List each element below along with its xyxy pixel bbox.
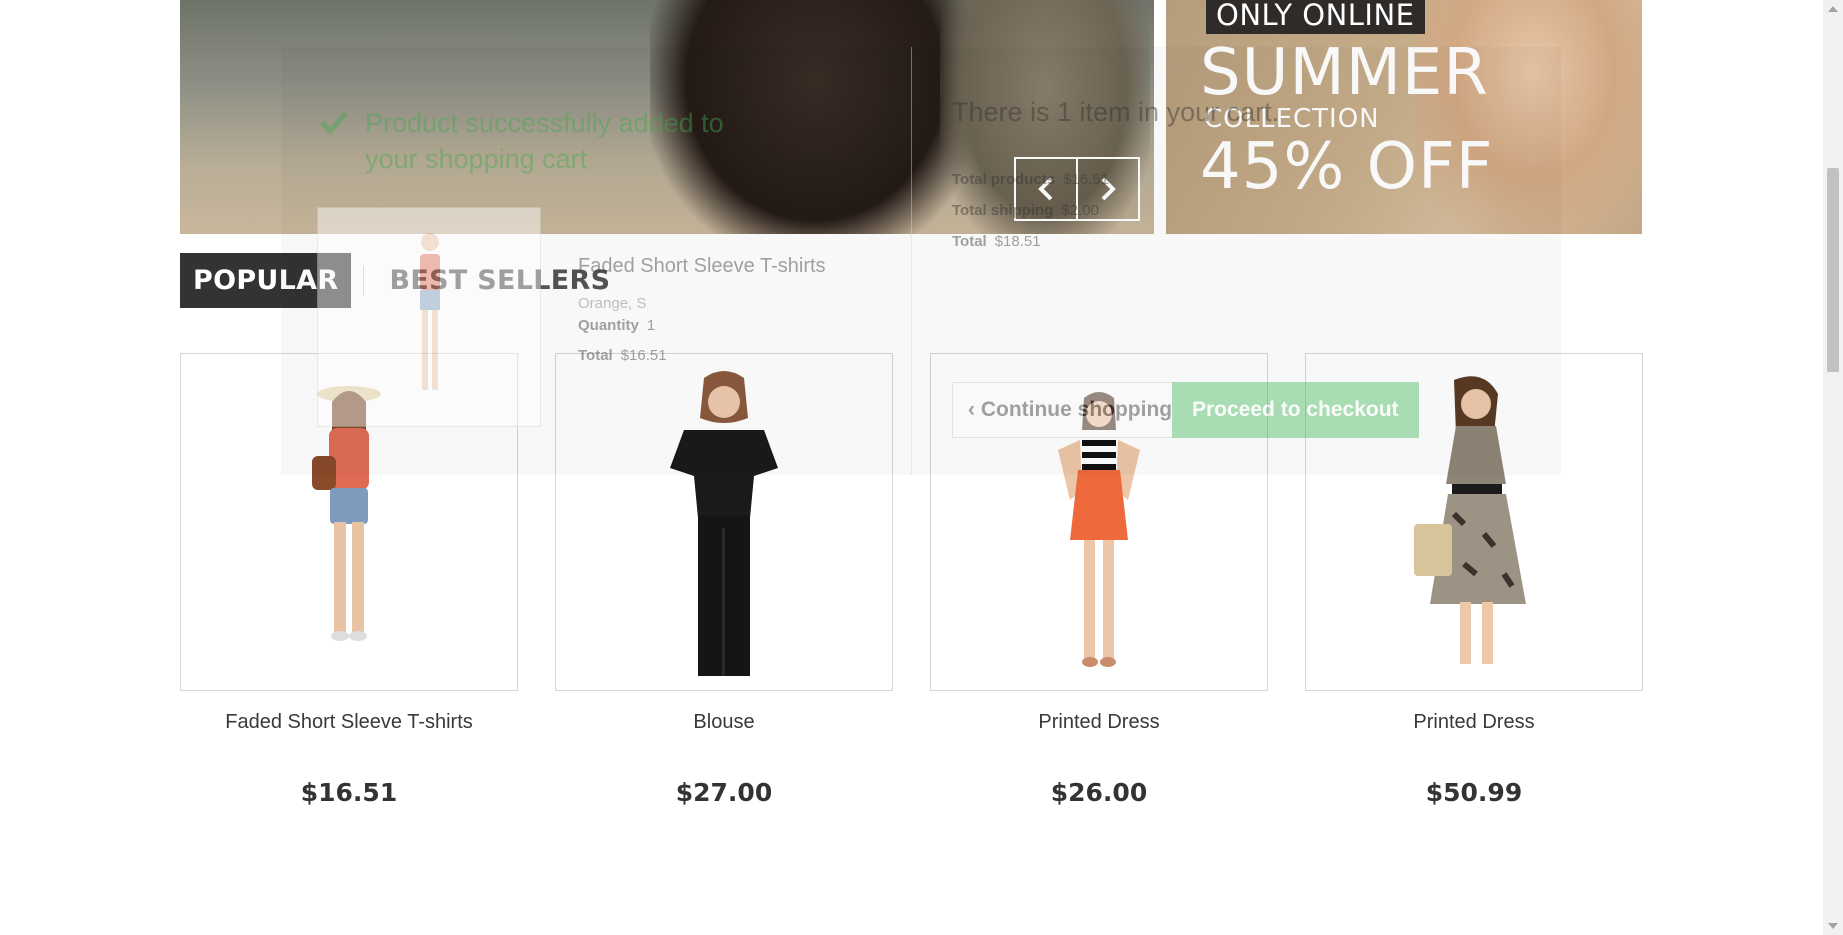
cart-layer-popup: Product successfully added to your shopp… bbox=[281, 47, 1561, 475]
total-products-label: Total products bbox=[952, 171, 1056, 188]
product-price: $27.00 bbox=[675, 778, 773, 807]
page-scrollbar[interactable] bbox=[1823, 0, 1843, 935]
check-icon bbox=[320, 111, 348, 135]
cart-product-photo bbox=[420, 233, 440, 390]
scroll-thumb[interactable] bbox=[1827, 168, 1839, 372]
quantity-label: Quantity bbox=[578, 317, 639, 334]
success-text: Product successfully added to your shopp… bbox=[365, 108, 724, 174]
product-name[interactable]: Blouse bbox=[555, 711, 893, 734]
cart-product-total: Total $16.51 bbox=[578, 347, 667, 364]
total-products-row: Total products $16.51 bbox=[952, 171, 1109, 188]
scroll-up-icon[interactable] bbox=[1828, 6, 1838, 12]
cart-product-attributes: Orange, S bbox=[578, 295, 647, 312]
success-message: Product successfully added to your shopp… bbox=[319, 105, 759, 177]
total-products-value: $16.51 bbox=[1063, 171, 1109, 188]
product-name[interactable]: Printed Dress bbox=[1305, 711, 1643, 734]
total-shipping-label: Total shipping bbox=[952, 202, 1054, 219]
continue-shopping-label: Continue shopping bbox=[980, 398, 1173, 421]
cart-layer-product: Product successfully added to your shopp… bbox=[281, 47, 911, 475]
chevron-left-icon: ‹ bbox=[968, 398, 981, 421]
cart-item-count: There is 1 item in your cart. bbox=[952, 97, 1280, 127]
proceed-to-checkout-button[interactable]: Proceed to checkout bbox=[1172, 382, 1419, 438]
total-label: Total bbox=[578, 347, 613, 364]
grand-total-value: $18.51 bbox=[994, 233, 1041, 250]
total-shipping-value: $2.00 bbox=[1061, 202, 1099, 219]
cart-layer-summary: There is 1 item in your cart. Total prod… bbox=[911, 47, 1561, 475]
product-price: $50.99 bbox=[1425, 778, 1523, 807]
cart-product-name: Faded Short Sleeve T-shirts bbox=[578, 255, 826, 277]
total-value: $16.51 bbox=[620, 347, 667, 364]
cart-product-quantity: Quantity 1 bbox=[578, 317, 655, 334]
product-price: $16.51 bbox=[300, 778, 398, 807]
promo-badge: ONLY ONLINE bbox=[1206, 0, 1425, 34]
scroll-down-icon[interactable] bbox=[1828, 923, 1838, 929]
product-name[interactable]: Faded Short Sleeve T-shirts bbox=[180, 711, 518, 734]
grand-total-row: Total $18.51 bbox=[952, 233, 1041, 250]
grand-total-label: Total bbox=[952, 233, 987, 250]
cart-product-image bbox=[317, 207, 541, 427]
total-shipping-row: Total shipping $2.00 bbox=[952, 202, 1099, 219]
product-price: $26.00 bbox=[1050, 778, 1148, 807]
product-name[interactable]: Printed Dress bbox=[930, 711, 1268, 734]
continue-shopping-button[interactable]: ‹ Continue shopping bbox=[952, 382, 1189, 438]
quantity-value: 1 bbox=[646, 317, 656, 334]
